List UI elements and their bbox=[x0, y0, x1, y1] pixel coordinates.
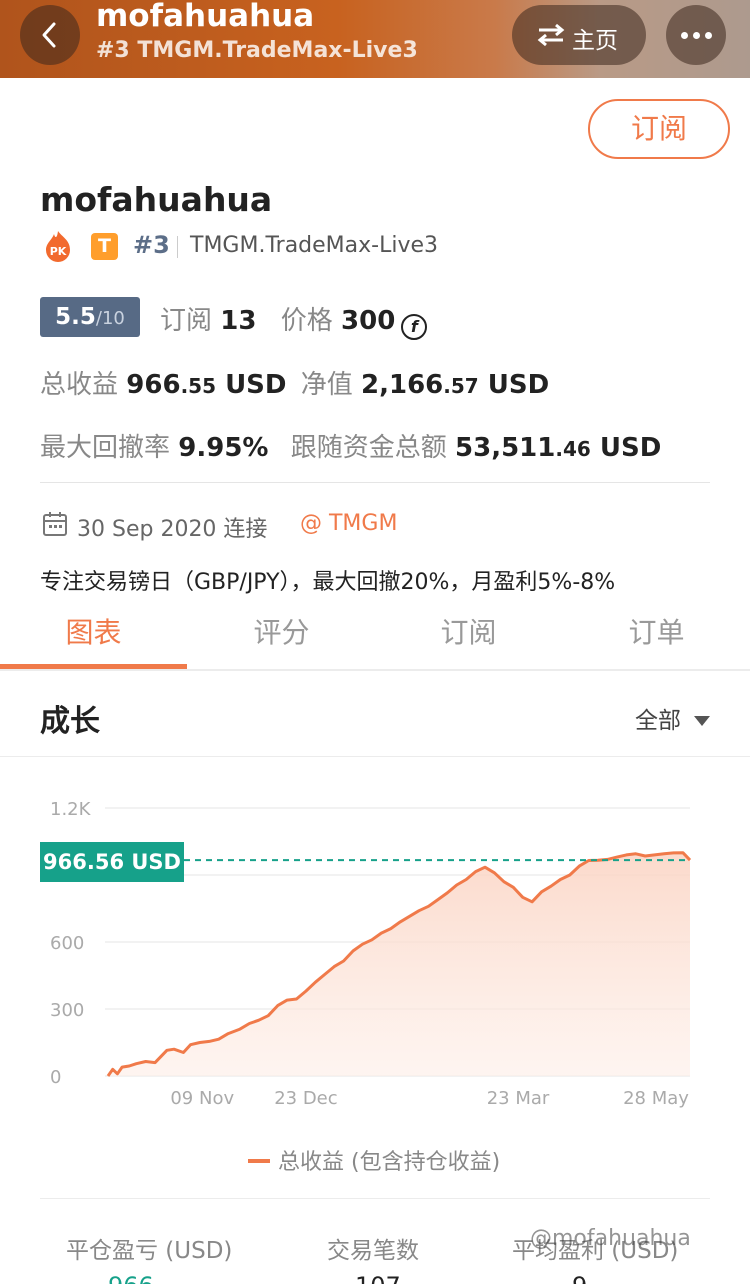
range-value: 全部 bbox=[635, 708, 681, 734]
trades-value: 107 bbox=[355, 1272, 401, 1284]
watermark: @mofahuahua bbox=[530, 1226, 691, 1251]
divider bbox=[40, 1198, 710, 1199]
score-value: 5.5 bbox=[55, 304, 96, 330]
caret-down-icon bbox=[694, 716, 711, 726]
coin-icon: f bbox=[401, 314, 428, 340]
more-button[interactable] bbox=[666, 5, 726, 65]
tab-rating[interactable]: 评分 bbox=[188, 611, 375, 651]
pk-label: PK bbox=[50, 245, 67, 258]
back-button[interactable] bbox=[20, 5, 80, 65]
header-title: mofahuahua bbox=[96, 0, 315, 34]
y-tick-label: 1.2K bbox=[50, 799, 92, 820]
connected-date: 30 Sep 2020 连接 bbox=[77, 517, 268, 542]
home-button[interactable]: 主页 bbox=[512, 5, 646, 65]
total-profit-unit: USD bbox=[225, 370, 287, 400]
x-tick-label: 23 Mar bbox=[487, 1088, 550, 1109]
growth-title: 成长 bbox=[40, 704, 100, 739]
legend-label: 总收益 (包含持仓收益) bbox=[278, 1150, 501, 1175]
header-subtitle: #3 TMGM.TradeMax-Live3 bbox=[96, 38, 418, 63]
x-tick-label: 28 May bbox=[623, 1088, 689, 1109]
follow-funds-unit: USD bbox=[599, 433, 662, 463]
broker-link[interactable]: @ TMGM bbox=[300, 511, 397, 536]
max-drawdown-value: 9.95% bbox=[178, 433, 269, 463]
tab-bar: 图表 评分 订阅 订单 bbox=[0, 603, 750, 671]
trader-name: mofahuahua bbox=[40, 180, 273, 219]
net-value-label: 净值 bbox=[300, 370, 353, 400]
avg-profit-value: 9 bbox=[572, 1272, 587, 1284]
net-value-dec: .57 bbox=[443, 374, 479, 398]
x-tick-label: 09 Nov bbox=[170, 1088, 234, 1109]
follow-funds-dec: .46 bbox=[555, 437, 591, 461]
divider bbox=[177, 236, 178, 258]
trades-label: 交易笔数 bbox=[327, 1238, 419, 1264]
follow-funds-int: 53,511 bbox=[455, 433, 556, 463]
divider bbox=[40, 482, 710, 483]
x-tick-label: 23 Dec bbox=[274, 1088, 337, 1109]
drawdown-line: 最大回撤率 9.95% 跟随资金总额 53,511.46 USD bbox=[40, 427, 661, 464]
y-tick-label: 600 bbox=[50, 933, 84, 954]
growth-chart: 0 300 600 1.2K 09 Nov 23 Dec 23 Mar 28 May bbox=[50, 799, 692, 1109]
score-max: /10 bbox=[95, 308, 125, 329]
price-value: 300 bbox=[341, 306, 396, 336]
range-dropdown[interactable]: 全部 bbox=[635, 701, 711, 735]
closed-pnl-value: 966 bbox=[108, 1272, 154, 1284]
chart-legend: 总收益 (包含持仓收益) bbox=[248, 1144, 500, 1176]
pk-flame-icon: PK bbox=[46, 231, 70, 262]
calendar-icon bbox=[43, 512, 67, 536]
total-profit-label: 总收益 bbox=[40, 370, 119, 400]
closed-pnl-label: 平仓盈亏 (USD) bbox=[66, 1238, 233, 1264]
follow-funds-label: 跟随资金总额 bbox=[290, 433, 447, 463]
more-dots-icon bbox=[681, 32, 688, 39]
price-label: 价格 bbox=[280, 306, 333, 336]
profit-line: 总收益 966.55 USD 净值 2,166.57 USD bbox=[40, 364, 549, 401]
server-name: TMGM.TradeMax-Live3 bbox=[190, 233, 439, 258]
growth-section-header: 成长 全部 bbox=[0, 673, 750, 757]
total-profit-int: 966 bbox=[126, 370, 181, 400]
legend-swatch bbox=[248, 1159, 270, 1163]
tab-orders[interactable]: 订单 bbox=[563, 611, 750, 651]
tier-badge: T bbox=[91, 233, 118, 260]
subscribe-button[interactable]: 订阅 bbox=[588, 99, 730, 159]
y-tick-label: 300 bbox=[50, 1000, 84, 1021]
score-badge: 5.5/10 bbox=[40, 297, 140, 337]
swap-icon bbox=[537, 23, 565, 47]
home-button-label: 主页 bbox=[572, 28, 618, 54]
y-tick-label: 0 bbox=[50, 1067, 61, 1088]
subscribe-price-line: 订阅 13 价格 300 f bbox=[160, 300, 428, 340]
strategy-description: 专注交易镑日（GBP/JPY），最大回撤20%，月盈利5%-8% bbox=[40, 570, 616, 595]
chevron-left-icon bbox=[42, 22, 56, 48]
active-tab-indicator bbox=[0, 664, 187, 669]
tab-subscribe[interactable]: 订阅 bbox=[375, 611, 562, 651]
subscribe-count: 13 bbox=[220, 306, 257, 336]
net-value-int: 2,166 bbox=[361, 370, 444, 400]
total-profit-dec: .55 bbox=[180, 374, 216, 398]
current-value-tag: 966.56 USD bbox=[40, 842, 184, 882]
rank: #3 bbox=[133, 231, 170, 259]
subscribe-count-label: 订阅 bbox=[160, 306, 213, 336]
net-value-unit: USD bbox=[487, 370, 550, 400]
top-header: mofahuahua #3 TMGM.TradeMax-Live3 主页 bbox=[0, 0, 750, 78]
max-drawdown-label: 最大回撤率 bbox=[40, 433, 171, 463]
tab-chart[interactable]: 图表 bbox=[0, 611, 187, 651]
